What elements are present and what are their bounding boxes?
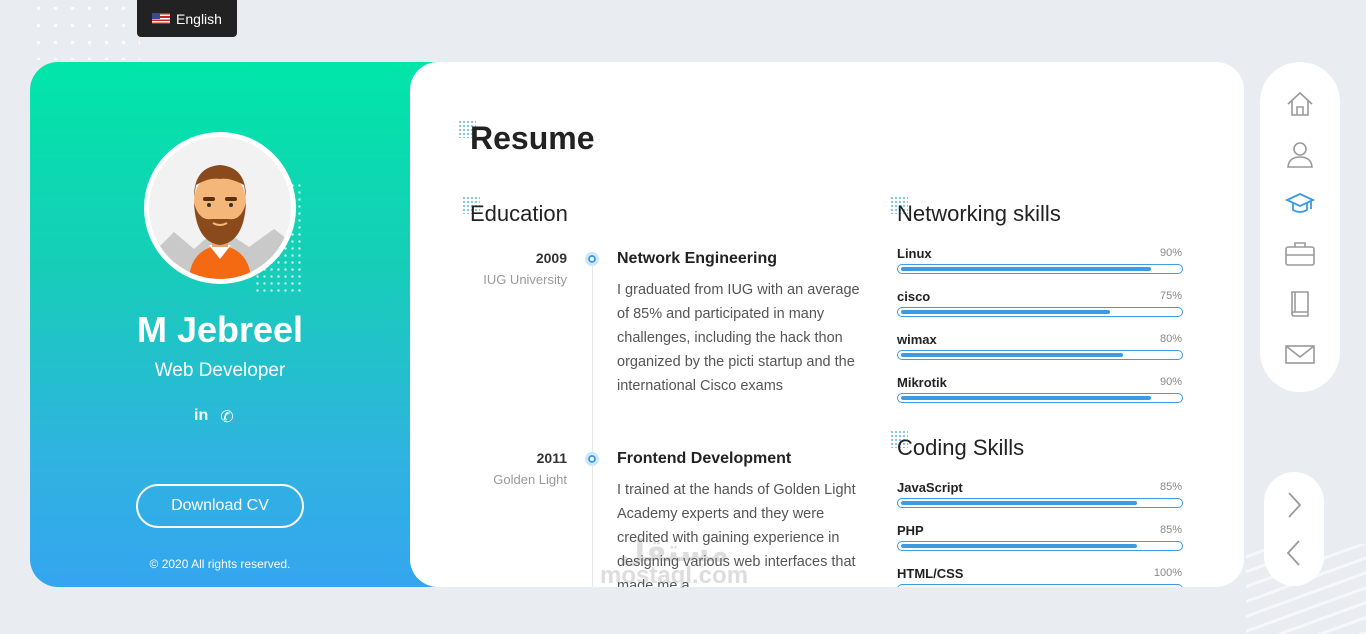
education-title: Network Engineering: [617, 250, 778, 267]
skill-name: JavaScript: [897, 480, 963, 495]
skill-name: wimax: [897, 332, 937, 347]
skill-fill: [901, 544, 1137, 548]
skill-fill: [901, 501, 1137, 505]
skill-percent: 75%: [1159, 290, 1182, 302]
chevron-right-icon[interactable]: [1284, 490, 1304, 520]
skill-name: PHP: [897, 523, 924, 538]
skill-track: [897, 584, 1183, 587]
profile-card: M Jebreel Web Developer in ✆ Download CV…: [30, 62, 450, 587]
profile-role: Web Developer: [154, 360, 286, 381]
avatar: [149, 137, 291, 279]
watermark: مستقل mostaql.com: [600, 534, 749, 589]
side-nav: [1260, 62, 1340, 392]
background-dots: [30, 0, 140, 60]
home-icon[interactable]: [1282, 86, 1318, 122]
skill-track: [897, 350, 1183, 360]
language-switcher[interactable]: English: [137, 0, 237, 37]
skill-fill: [901, 310, 1110, 314]
watermark-arabic: مستقل: [619, 534, 729, 569]
timeline-line: [592, 262, 593, 587]
skill-percent: 100%: [1153, 567, 1182, 579]
networking-heading: Networking skills: [897, 201, 1061, 226]
skill-name: cisco: [897, 289, 931, 304]
education-place: Golden Light: [493, 472, 567, 487]
skill-track: [897, 307, 1183, 317]
linkedin-icon[interactable]: in: [194, 407, 208, 427]
mail-icon[interactable]: [1282, 336, 1318, 372]
skill-bar: cisco 75%: [897, 289, 1184, 317]
skill-bar: PHP 85%: [897, 523, 1184, 551]
page-arrows: [1264, 472, 1324, 586]
skill-name: HTML/CSS: [897, 566, 964, 581]
skill-percent: 85%: [1159, 481, 1182, 493]
education-heading: Education: [470, 201, 568, 226]
education-description: I graduated from IUG with an average of …: [617, 282, 860, 394]
briefcase-icon[interactable]: [1282, 236, 1318, 272]
coding-heading: Coding Skills: [897, 435, 1025, 460]
skill-percent: 85%: [1159, 524, 1182, 536]
education-title: Frontend Development: [617, 450, 792, 467]
skill-fill: [901, 267, 1151, 271]
skill-track: [897, 393, 1183, 403]
download-cv-button[interactable]: Download CV: [136, 484, 304, 528]
page-title: Resume: [470, 120, 595, 156]
social-links: in ✆: [194, 407, 234, 427]
skill-bar: Mikrotik 90%: [897, 375, 1184, 403]
skill-name: Mikrotik: [897, 375, 947, 390]
copyright-text: © 2020 All rights reserved.: [149, 557, 291, 571]
skill-bar: wimax 80%: [897, 332, 1184, 360]
book-icon[interactable]: [1282, 286, 1318, 322]
language-label: English: [176, 10, 222, 27]
skill-bar: HTML/CSS 100%: [897, 566, 1184, 587]
education-year: 2009: [535, 250, 567, 266]
user-icon[interactable]: [1282, 136, 1318, 172]
graduation-cap-icon[interactable]: [1282, 186, 1318, 222]
us-flag-icon: [152, 13, 171, 24]
skill-track: [897, 541, 1183, 551]
education-place: IUG University: [483, 272, 567, 287]
skill-percent: 90%: [1159, 247, 1182, 259]
skill-name: Linux: [897, 246, 932, 261]
timeline-dot: [585, 452, 599, 466]
skill-track: [897, 498, 1183, 508]
skill-bar: Linux 90%: [897, 246, 1184, 274]
education-year: 2011: [536, 450, 567, 466]
watermark-text: mostaql.com: [600, 562, 749, 589]
skill-bar: JavaScript 85%: [897, 480, 1184, 508]
profile-name: M Jebreel: [136, 309, 304, 350]
chevron-left-icon[interactable]: [1284, 538, 1304, 568]
whatsapp-icon[interactable]: ✆: [220, 407, 233, 427]
skill-percent: 80%: [1159, 333, 1182, 345]
timeline-dot: [585, 252, 599, 266]
resume-card: Resume Education 2009 IUG University Net…: [410, 62, 1244, 587]
skill-percent: 90%: [1159, 376, 1182, 388]
avatar-frame: [144, 132, 296, 284]
skill-track: [897, 264, 1183, 274]
skill-fill: [901, 396, 1151, 400]
skill-fill: [901, 353, 1123, 357]
